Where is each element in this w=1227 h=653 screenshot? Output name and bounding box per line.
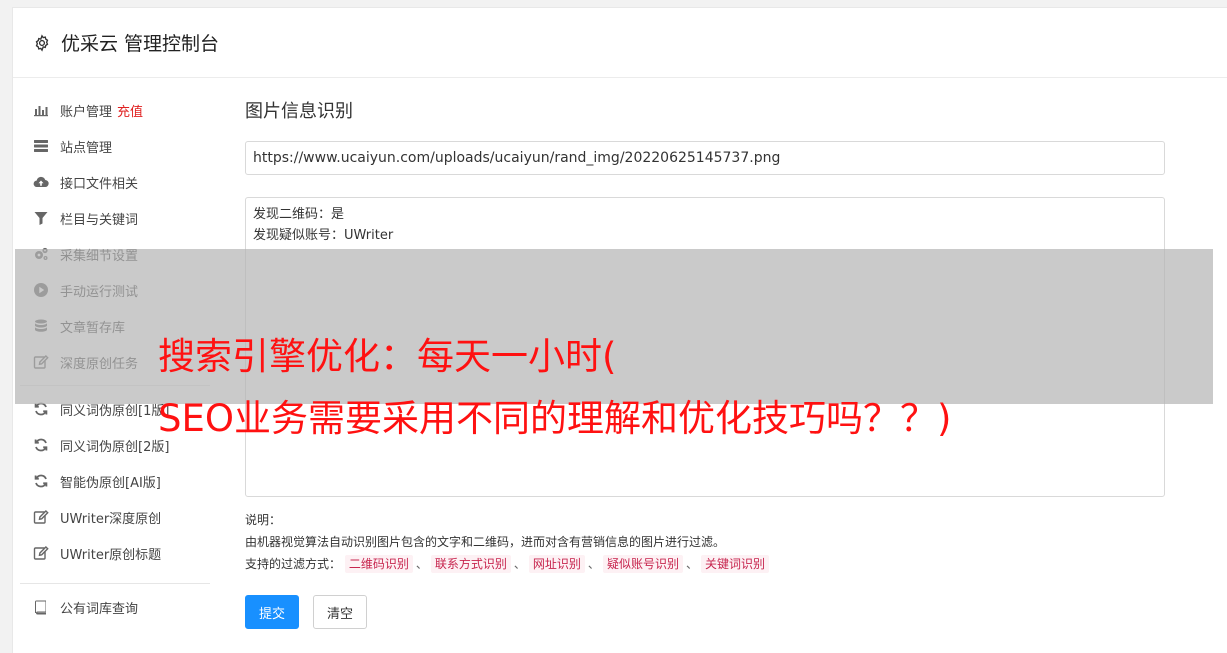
edit-icon — [32, 508, 50, 526]
filter-methods: 支持的过滤方式： 二维码识别、联系方式识别、网址识别、疑似账号识别、关键词识别 — [245, 553, 1165, 575]
sidebar-divider — [20, 583, 210, 584]
banner-line-2: SEO业务需要采用不同的理解和优化技巧吗？？) — [158, 397, 952, 440]
sidebar-item-label: UWriter原创标题 — [60, 547, 162, 563]
page-title: 图片信息识别 — [245, 101, 353, 122]
sidebar-item-label: 栏目与关键词 — [60, 212, 139, 228]
sidebar-item-label: 智能伪原创[AI版] — [60, 475, 161, 491]
clear-button[interactable]: 清空 — [313, 595, 367, 629]
sidebar-item[interactable]: 栏目与关键词 — [20, 200, 210, 236]
gear-icon — [35, 33, 49, 52]
result-line-account: 发现疑似账号：UWriter — [253, 228, 394, 243]
filter-tag: 网址识别 — [528, 555, 585, 573]
sidebar-item-label: 公有词库查询 — [60, 601, 139, 617]
sidebar-item-label: 账户管理 — [60, 104, 113, 120]
tag-separator: 、 — [587, 557, 600, 571]
header: 优采云 管理控制台 — [13, 8, 1227, 78]
filter-icon — [32, 209, 50, 227]
filter-label: 支持的过滤方式： — [245, 557, 342, 571]
tag-separator: 、 — [415, 557, 428, 571]
tag-separator: 、 — [513, 557, 526, 571]
banner-text: 搜索引擎优化：每天一小时( SEO业务需要采用不同的理解和优化技巧吗？？) — [158, 326, 951, 450]
sidebar-item[interactable]: 智能伪原创[AI版] — [20, 463, 210, 499]
sidebar-item[interactable]: UWriter原创标题 — [20, 535, 210, 571]
edit-icon — [32, 544, 50, 562]
filter-tag: 关键词识别 — [700, 555, 769, 573]
sidebar-item-label: UWriter深度原创 — [60, 511, 162, 527]
recharge-link[interactable]: 充值 — [117, 101, 143, 120]
sidebar-item[interactable]: 账户管理 充值 — [20, 92, 210, 128]
cloud-upload-icon — [32, 173, 50, 191]
sidebar-item-label: 同义词伪原创[2版] — [60, 439, 170, 455]
server-icon — [32, 137, 50, 155]
banner-line-1: 搜索引擎优化：每天一小时( — [158, 335, 617, 378]
tag-separator: 、 — [685, 557, 698, 571]
sidebar-item[interactable]: 接口文件相关 — [20, 164, 210, 200]
book-icon — [32, 598, 50, 616]
refresh-icon — [32, 436, 50, 454]
filter-tag: 联系方式识别 — [430, 555, 511, 573]
bar-chart-icon — [32, 101, 50, 119]
sidebar-item[interactable]: 公有词库查询 — [20, 589, 210, 625]
explain-text: 由机器视觉算法自动识别图片包含的文字和二维码，进而对含有营销信息的图片进行过滤。 — [245, 535, 726, 549]
page-header-title: 优采云 管理控制台 — [61, 33, 220, 55]
submit-button[interactable]: 提交 — [245, 595, 299, 629]
result-line-qrcode: 发现二维码：是 — [253, 207, 345, 222]
filter-tag: 疑似账号识别 — [602, 555, 683, 573]
sidebar-item[interactable]: 站点管理 — [20, 128, 210, 164]
sidebar-item-label: 站点管理 — [60, 140, 113, 156]
sidebar-item-label: 接口文件相关 — [60, 176, 139, 192]
sidebar-item[interactable]: UWriter深度原创 — [20, 499, 210, 535]
image-url-input[interactable] — [245, 141, 1165, 175]
filter-tag: 二维码识别 — [344, 555, 413, 573]
button-row: 提交 清空 — [245, 595, 1165, 629]
explanation: 说明： 由机器视觉算法自动识别图片包含的文字和二维码，进而对含有营销信息的图片进… — [245, 509, 1165, 575]
explain-label: 说明： — [245, 513, 282, 527]
refresh-icon — [32, 472, 50, 490]
